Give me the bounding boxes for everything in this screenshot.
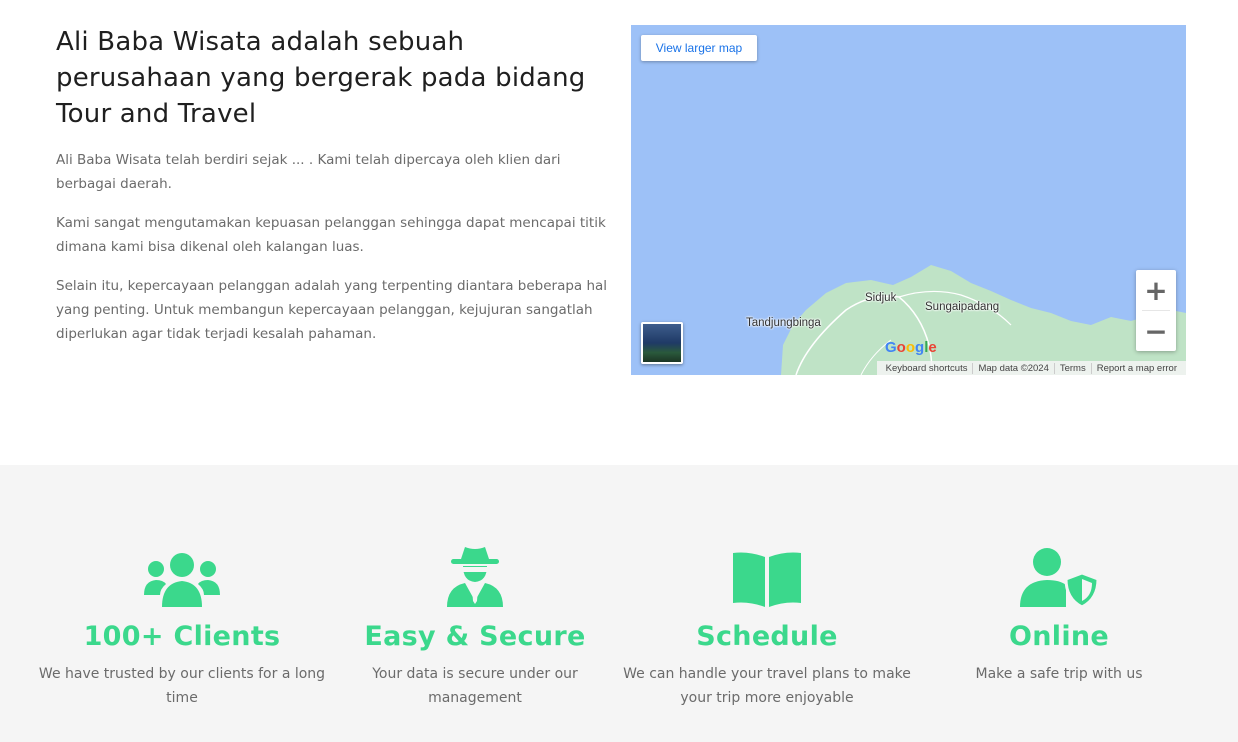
- satellite-toggle[interactable]: [641, 322, 683, 364]
- feature-title: 100+ Clients: [83, 621, 281, 652]
- feature-title: Easy & Secure: [364, 621, 586, 652]
- users-icon: [32, 543, 332, 607]
- place-label: Tandjungbinga: [746, 317, 821, 329]
- about-paragraph: Kami sangat mengutamakan kepuasan pelang…: [56, 215, 606, 255]
- terms-link[interactable]: Terms: [1053, 362, 1091, 374]
- secret-agent-icon: [325, 543, 625, 607]
- map-land: [781, 265, 1186, 375]
- feature-description: We can handle your travel plans to make …: [623, 666, 911, 706]
- feature-online: Online Make a safe trip with us: [909, 543, 1209, 686]
- place-label: Sidjuk: [865, 292, 897, 304]
- about-paragraph: Ali Baba Wisata telah berdiri sejak ... …: [56, 152, 561, 192]
- embedded-map[interactable]: View larger map Sidjuk Sungaipadang Tand…: [631, 25, 1186, 375]
- keyboard-shortcuts-link[interactable]: Keyboard shortcuts: [881, 363, 973, 374]
- feature-title: Online: [1008, 621, 1110, 652]
- report-map-error-link[interactable]: Report a map error: [1090, 362, 1182, 374]
- about-paragraph: Selain itu, kepercayaan pelanggan adalah…: [56, 278, 608, 342]
- map-attribution: Keyboard shortcuts Map data ©2024 Terms …: [876, 361, 1186, 375]
- feature-description: Your data is secure under our management: [372, 666, 578, 706]
- open-book-icon: [617, 543, 917, 607]
- about-text: Ali Baba Wisata adalah sebuah perusahaan…: [56, 24, 616, 346]
- map-data-text: Map data ©2024: [972, 362, 1053, 374]
- feature-schedule: Schedule We can handle your travel plans…: [617, 543, 917, 710]
- user-shield-icon: [909, 543, 1209, 607]
- zoom-out-button[interactable]: −: [1136, 311, 1176, 351]
- about-section: Ali Baba Wisata adalah sebuah perusahaan…: [0, 0, 1238, 465]
- zoom-controls: + −: [1136, 270, 1176, 351]
- features-section: 100+ Clients We have trusted by our clie…: [0, 465, 1238, 742]
- zoom-in-button[interactable]: +: [1136, 270, 1176, 310]
- feature-description: We have trusted by our clients for a lon…: [38, 666, 326, 706]
- feature-description: Make a safe trip with us: [975, 666, 1143, 682]
- place-label: Sungaipadang: [925, 301, 1000, 313]
- about-title: Ali Baba Wisata adalah sebuah perusahaan…: [56, 27, 586, 129]
- feature-title: Schedule: [696, 621, 838, 652]
- google-logo: Google: [885, 339, 937, 356]
- view-larger-map-button[interactable]: View larger map: [641, 35, 757, 61]
- feature-secure: Easy & Secure Your data is secure under …: [325, 543, 625, 710]
- feature-clients: 100+ Clients We have trusted by our clie…: [32, 543, 332, 710]
